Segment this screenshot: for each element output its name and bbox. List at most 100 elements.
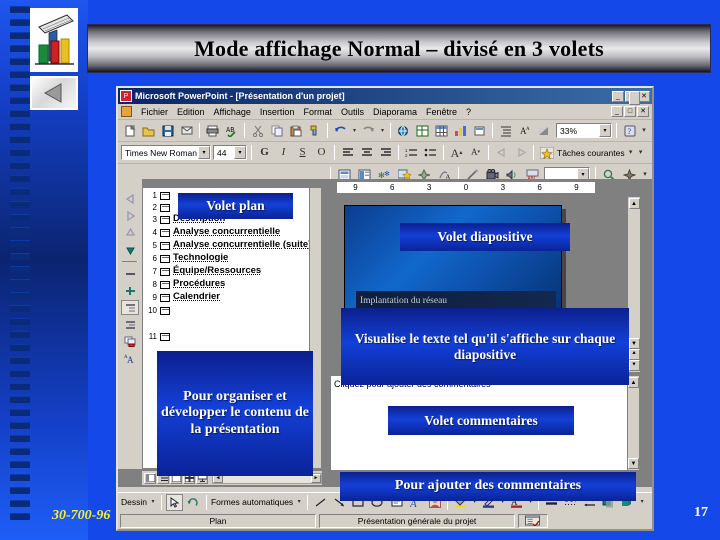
insert-hyperlink-icon[interactable] <box>395 122 412 139</box>
demote-icon[interactable] <box>512 144 529 161</box>
decrease-font-icon[interactable]: A ▾ <box>467 144 484 161</box>
outline-item[interactable]: 11 <box>143 329 321 341</box>
zoom-combo[interactable]: 33% ▾ <box>556 123 612 138</box>
outline-item[interactable]: 6 Technologie <box>143 251 321 264</box>
toolbar-overflow-icon[interactable]: ▾ <box>640 122 648 139</box>
demote-right-icon[interactable] <box>121 208 139 223</box>
expand-all-icon[interactable] <box>121 317 139 332</box>
collapse-icon[interactable] <box>121 266 139 281</box>
align-center-icon[interactable] <box>358 144 375 161</box>
outline-item[interactable]: 7 Équipe/Ressources <box>143 264 321 277</box>
menu-item-affichage[interactable]: Affichage <box>214 107 251 117</box>
chevron-down-icon[interactable]: ▾ <box>148 493 157 511</box>
bulleted-list-icon[interactable] <box>422 144 439 161</box>
notes-vertical-scrollbar[interactable]: ▲ ▼ <box>627 376 639 470</box>
chevron-down-icon[interactable]: ▾ <box>295 493 304 511</box>
underline-button[interactable]: S <box>294 144 311 161</box>
scroll-up-icon[interactable]: ▲ <box>628 377 639 388</box>
collapse-all-icon[interactable] <box>121 300 139 315</box>
scroll-up-icon[interactable]: ▲ <box>628 198 640 209</box>
new-document-icon[interactable] <box>121 122 138 139</box>
outline-item[interactable]: 5 Analyse concurrentielle (suite) <box>143 238 321 251</box>
tables-and-borders-icon[interactable] <box>414 122 431 139</box>
common-tasks-label[interactable]: Tâches courantes <box>557 148 625 158</box>
numbered-list-icon[interactable]: 12 <box>403 144 420 161</box>
doc-minimize-button[interactable]: _ <box>611 106 623 117</box>
show-formatting-icon[interactable]: AA <box>121 351 139 366</box>
undo-dropdown-icon[interactable]: ▾ <box>351 122 358 139</box>
close-button[interactable]: ✕ <box>638 90 650 102</box>
menu-item-diaporama[interactable]: Diaporama <box>373 107 417 117</box>
redo-icon[interactable] <box>360 122 377 139</box>
insert-table-icon[interactable] <box>433 122 450 139</box>
spellcheck-icon[interactable]: AB <box>223 122 240 139</box>
font-name-combo[interactable]: Times New Roman ▾ <box>121 145 211 160</box>
insert-chart-icon[interactable] <box>452 122 469 139</box>
cut-scissors-icon[interactable] <box>249 122 266 139</box>
chevron-down-icon[interactable]: ▾ <box>198 146 210 159</box>
increase-font-icon[interactable]: A ▴ <box>448 144 465 161</box>
chevron-down-icon[interactable]: ▾ <box>234 146 246 159</box>
bold-button[interactable]: G <box>256 144 273 161</box>
expand-all-icon[interactable] <box>497 122 514 139</box>
align-left-icon[interactable] <box>339 144 356 161</box>
undo-icon[interactable] <box>332 122 349 139</box>
scroll-down-icon[interactable]: ▼ <box>628 458 639 469</box>
previous-slide-icon[interactable]: ⯅ <box>628 349 640 360</box>
grayscale-icon[interactable] <box>535 122 552 139</box>
scroll-down-icon[interactable]: ▼ <box>628 338 640 349</box>
draw-menu-label[interactable]: Dessin <box>121 497 147 507</box>
rotate-icon[interactable] <box>184 493 202 511</box>
format-painter-icon[interactable] <box>306 122 323 139</box>
scrollbar-thumb[interactable] <box>628 91 640 105</box>
next-slide-icon[interactable]: ⯆ <box>628 360 640 371</box>
menu-item-fichier[interactable]: Fichier <box>141 107 168 117</box>
toolbar-overflow-icon[interactable]: ▾ <box>636 144 645 161</box>
menu-item-format[interactable]: Format <box>303 107 332 117</box>
promote-left-icon[interactable] <box>121 191 139 206</box>
doc-restore-button[interactable]: □ <box>624 106 636 117</box>
mail-icon[interactable] <box>178 122 195 139</box>
menu-item-outils[interactable]: Outils <box>341 107 364 117</box>
menu-item-fenetre[interactable]: Fenêtre <box>426 107 457 117</box>
normal-view-icon[interactable] <box>144 472 156 484</box>
chevron-down-icon[interactable]: ▾ <box>638 493 647 511</box>
menu-item-help[interactable]: ? <box>466 107 471 117</box>
autoshapes-menu-label[interactable]: Formes automatiques <box>211 497 293 507</box>
shadow-button[interactable]: O <box>313 144 330 161</box>
move-down-icon[interactable] <box>121 242 139 257</box>
menu-item-edition[interactable]: Edition <box>177 107 205 117</box>
paste-icon[interactable] <box>287 122 304 139</box>
common-tasks-star-icon[interactable] <box>538 144 555 161</box>
doc-close-button[interactable]: ✕ <box>637 106 649 117</box>
select-arrow-icon[interactable] <box>165 493 183 511</box>
outline-item[interactable]: 10 <box>143 303 321 315</box>
slide-icon <box>160 216 170 224</box>
outline-item[interactable]: 9 Calendrier <box>143 290 321 303</box>
italic-button[interactable]: I <box>275 144 292 161</box>
chevron-down-icon[interactable]: ▾ <box>626 144 635 161</box>
open-folder-icon[interactable] <box>140 122 157 139</box>
menu-item-insertion[interactable]: Insertion <box>260 107 295 117</box>
expand-icon[interactable] <box>121 283 139 298</box>
move-up-icon[interactable] <box>121 225 139 240</box>
align-right-icon[interactable] <box>377 144 394 161</box>
copy-icon[interactable] <box>268 122 285 139</box>
summary-slide-icon[interactable] <box>121 334 139 349</box>
line-icon[interactable] <box>312 493 330 511</box>
help-icon[interactable]: ? <box>621 122 638 139</box>
spellcheck-status-icon[interactable]: ☰ <box>518 513 548 528</box>
font-size-combo[interactable]: 44 ▾ <box>213 145 247 160</box>
new-slide-icon[interactable] <box>471 122 488 139</box>
promote-icon[interactable] <box>493 144 510 161</box>
save-disk-icon[interactable] <box>159 122 176 139</box>
redo-dropdown-icon[interactable]: ▾ <box>379 122 386 139</box>
outline-item[interactable]: 8 Procédures <box>143 277 321 290</box>
chevron-down-icon[interactable]: ▾ <box>599 124 611 137</box>
print-icon[interactable] <box>204 122 221 139</box>
minimize-button[interactable]: _ <box>612 90 624 102</box>
back-arrow-icon[interactable] <box>30 76 78 110</box>
outline-item-number: 7 <box>152 267 157 276</box>
show-formatting-icon[interactable]: AA <box>516 122 533 139</box>
outline-item[interactable]: 4 Analyse concurrentielle <box>143 225 321 238</box>
